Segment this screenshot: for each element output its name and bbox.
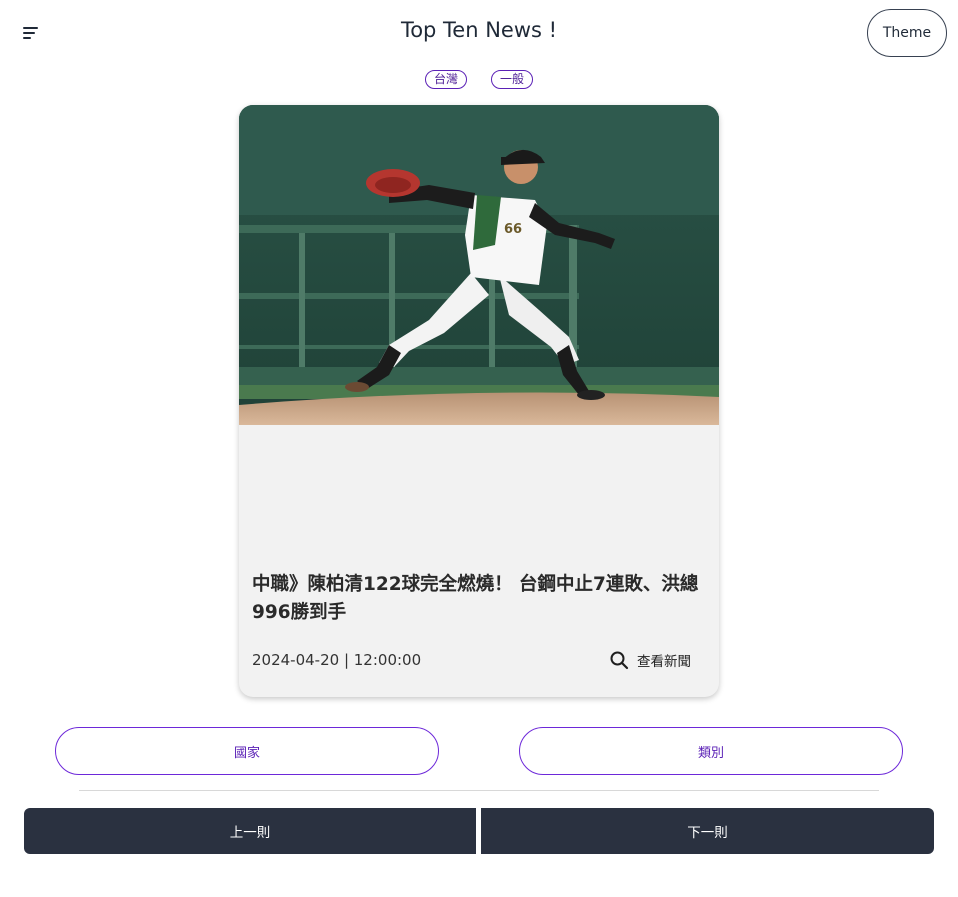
country-filter-button[interactable]: 國家 (55, 727, 439, 775)
page-title: Top Ten News ! (400, 18, 558, 42)
previous-button[interactable]: 上一則 (24, 808, 476, 854)
view-news-label: 查看新聞 (637, 654, 691, 670)
country-badge: 台灣 (424, 70, 467, 89)
divider (79, 790, 879, 791)
tag-list: 台灣 一般 (0, 70, 958, 89)
next-button[interactable]: 下一則 (481, 808, 934, 854)
search-icon (610, 651, 629, 670)
news-title: 中職》陳柏清122球完全燃燒！ 台鋼中止7連敗、洪總996勝到手 (252, 574, 699, 623)
news-card: 66 中職》陳柏清122球完全燃燒！ 台鋼中止7連敗、洪總996勝到手 2024… (239, 105, 719, 697)
app-header: Top Ten News ! Theme (0, 0, 958, 66)
news-date: 2024-04-20 | 12:00:00 (252, 651, 422, 669)
category-badge: 一般 (491, 70, 534, 89)
news-image: 66 (239, 105, 719, 425)
theme-button[interactable]: Theme (867, 9, 947, 57)
jersey-number: 66 (504, 222, 522, 237)
view-news-button[interactable]: 查看新聞 (609, 650, 691, 670)
category-filter-button[interactable]: 類別 (519, 727, 903, 775)
